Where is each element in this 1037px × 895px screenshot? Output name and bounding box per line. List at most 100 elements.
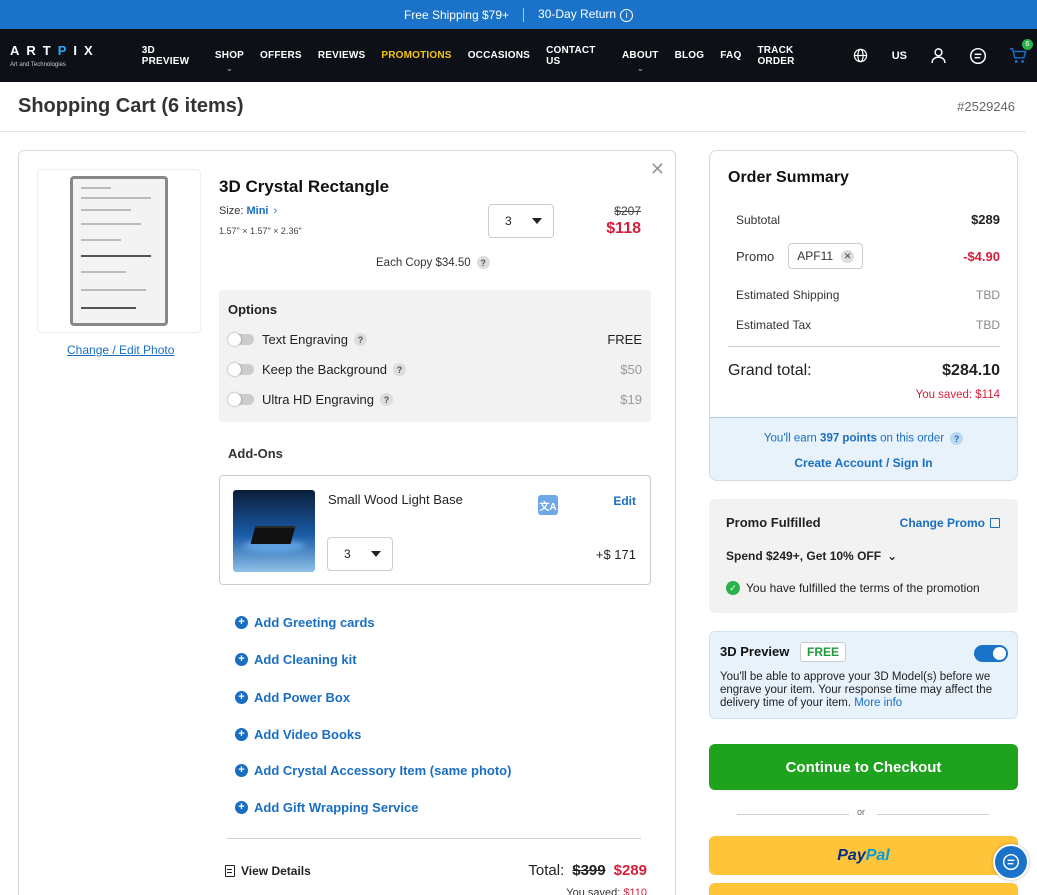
plus-icon: +: [235, 616, 248, 629]
option-text-engraving: Text Engraving ? FREE: [228, 332, 642, 347]
globe-icon[interactable]: [852, 47, 870, 65]
subtotal-row: Subtotal $289: [736, 212, 1000, 227]
cart-icon[interactable]: 6: [1009, 38, 1033, 65]
add-video-books-link[interactable]: + Add Video Books: [235, 727, 361, 742]
quantity-select[interactable]: 3: [488, 204, 554, 238]
info-icon[interactable]: i: [620, 8, 634, 22]
nav-item-offers[interactable]: OFFERS: [252, 29, 310, 82]
remove-promo-icon[interactable]: ✕: [841, 249, 855, 263]
region-selector[interactable]: US: [892, 50, 907, 62]
original-price: $207: [614, 204, 641, 218]
size-row[interactable]: Size: Mini ›: [219, 205, 277, 217]
nav-actions: US 6: [852, 38, 1033, 65]
3d-preview-toggle[interactable]: [974, 645, 1008, 662]
tax-row: Estimated Tax TBD: [736, 318, 1000, 332]
chevron-down-icon: ⌄: [636, 64, 644, 73]
chevron-right-icon: ›: [273, 205, 278, 217]
free-shipping-text: Free Shipping $79+: [403, 7, 510, 22]
view-details-button[interactable]: View Details: [225, 864, 311, 878]
total-original: $399: [572, 862, 606, 879]
shipping-label: Estimated Shipping: [736, 288, 840, 302]
shipping-value: TBD: [976, 288, 1000, 302]
logo-wordmark: ARTPIX: [10, 43, 100, 58]
item-total: Total: $399 $289: [528, 862, 647, 879]
product-title: 3D Crystal Rectangle: [219, 177, 390, 196]
promo-code-chip: APF11 ✕: [788, 243, 864, 269]
nav-item-about[interactable]: ABOUT ⌄: [614, 29, 667, 82]
help-icon[interactable]: ?: [476, 256, 490, 269]
text-engraving-toggle[interactable]: [228, 333, 254, 346]
add-power-box-link[interactable]: + Add Power Box: [235, 690, 350, 705]
nav-item-shop[interactable]: SHOP ⌄: [207, 29, 252, 82]
quantity-value: 3: [505, 214, 512, 228]
addon-price: +$ 171: [595, 547, 636, 562]
promo-label-group: Promo APF11 ✕: [736, 243, 864, 269]
size-value[interactable]: Mini: [246, 205, 268, 217]
add-crystal-accessory-link[interactable]: + Add Crystal Accessory Item (same photo): [235, 763, 511, 778]
create-account-link[interactable]: Create Account / Sign In: [710, 456, 1017, 470]
nav-item-reviews[interactable]: REVIEWS: [310, 29, 374, 82]
translate-icon[interactable]: 文A: [538, 495, 558, 515]
main-nav: ARTPIX Art and Technologies 3D PREVIEW S…: [0, 29, 1037, 82]
topbar-divider: [523, 7, 525, 22]
continue-to-checkout-button[interactable]: Continue to Checkout: [709, 744, 1018, 790]
nav-item-faq[interactable]: FAQ: [712, 29, 749, 82]
chat-bubble-icon[interactable]: [993, 844, 1029, 880]
ultra-hd-toggle[interactable]: [228, 393, 254, 406]
more-info-link[interactable]: More info: [854, 697, 902, 709]
returns-text[interactable]: 30-Day Return i: [538, 7, 634, 22]
tax-label: Estimated Tax: [736, 318, 812, 332]
or-divider: or: [737, 807, 989, 821]
addon-quantity-select[interactable]: 3: [327, 537, 393, 571]
help-icon[interactable]: ?: [354, 333, 367, 346]
page-title: Shopping Cart (6 items): [18, 95, 244, 117]
nav-item-contact-us[interactable]: CONTACT US: [538, 29, 614, 82]
product-thumbnail[interactable]: [37, 169, 201, 333]
option-ultra-hd: Ultra HD Engraving ? $19: [228, 392, 642, 407]
cart-item-card: Change / Edit Photo ✕ 3D Crystal Rectang…: [18, 150, 676, 895]
or-text: or: [857, 807, 866, 817]
change-promo-link[interactable]: Change Promo: [900, 516, 1000, 530]
promo-label: Promo: [736, 248, 775, 264]
artpix-logo[interactable]: ARTPIX Art and Technologies: [10, 43, 117, 68]
external-link-icon: [990, 518, 1000, 528]
paypal-button[interactable]: Pay Pal: [709, 836, 1018, 875]
add-greeting-cards-link[interactable]: + Add Greeting cards: [235, 615, 375, 630]
promo-fulfilled-panel: Promo Fulfilled Change Promo Spend $249+…: [709, 499, 1018, 613]
help-icon[interactable]: ?: [393, 363, 407, 376]
paypal-secondary-button[interactable]: [709, 883, 1018, 895]
help-icon[interactable]: ?: [380, 393, 393, 406]
addon-edit-link[interactable]: Edit: [613, 494, 636, 508]
divider: [227, 838, 641, 839]
help-icon[interactable]: ?: [950, 432, 964, 445]
nav-item-blog[interactable]: BLOG: [667, 29, 713, 82]
free-badge: FREE: [800, 642, 847, 662]
3d-preview-description: You'll be able to approve your 3D Model(…: [720, 671, 993, 709]
promo-fulfilled-status: ✓ You have fulfilled the terms of the pro…: [726, 581, 980, 595]
add-cleaning-kit-link[interactable]: + Add Cleaning kit: [235, 652, 357, 667]
chat-icon[interactable]: [969, 47, 987, 65]
tax-value: TBD: [976, 318, 1000, 332]
keep-background-toggle[interactable]: [228, 363, 254, 376]
promo-fulfilled-title: Promo Fulfilled: [726, 515, 821, 530]
change-edit-photo-link[interactable]: Change / Edit Photo: [67, 343, 174, 357]
caret-down-icon: [532, 218, 542, 224]
option-price: $19: [620, 392, 642, 407]
options-panel: Options Text Engraving ? FREE Keep the B…: [219, 290, 651, 422]
size-label: Size:: [219, 205, 244, 217]
option-label: Keep the Background: [262, 362, 388, 377]
option-keep-background: Keep the Background ? $50: [228, 362, 642, 377]
nav-item-3d-preview[interactable]: 3D PREVIEW: [134, 29, 207, 82]
remove-item-close-icon[interactable]: ✕: [650, 159, 665, 180]
promo-offer-dropdown[interactable]: Spend $249+, Get 10% OFF ⌄: [726, 549, 897, 563]
nav-item-promotions[interactable]: PROMOTIONS: [373, 29, 459, 82]
nav-item-track-order[interactable]: TRACK ORDER: [749, 29, 833, 82]
add-gift-wrapping-link[interactable]: + Add Gift Wrapping Service: [235, 800, 418, 815]
promo-row: Promo APF11 ✕ -$4.90: [736, 243, 1000, 269]
nav-item-occasions[interactable]: OCCASIONS: [460, 29, 538, 82]
grand-total-value: $284.10: [942, 362, 1000, 379]
addon-image: [233, 490, 315, 572]
plus-icon: +: [235, 764, 248, 777]
user-icon[interactable]: [929, 47, 947, 65]
logo-subtitle: Art and Technologies: [10, 62, 66, 68]
